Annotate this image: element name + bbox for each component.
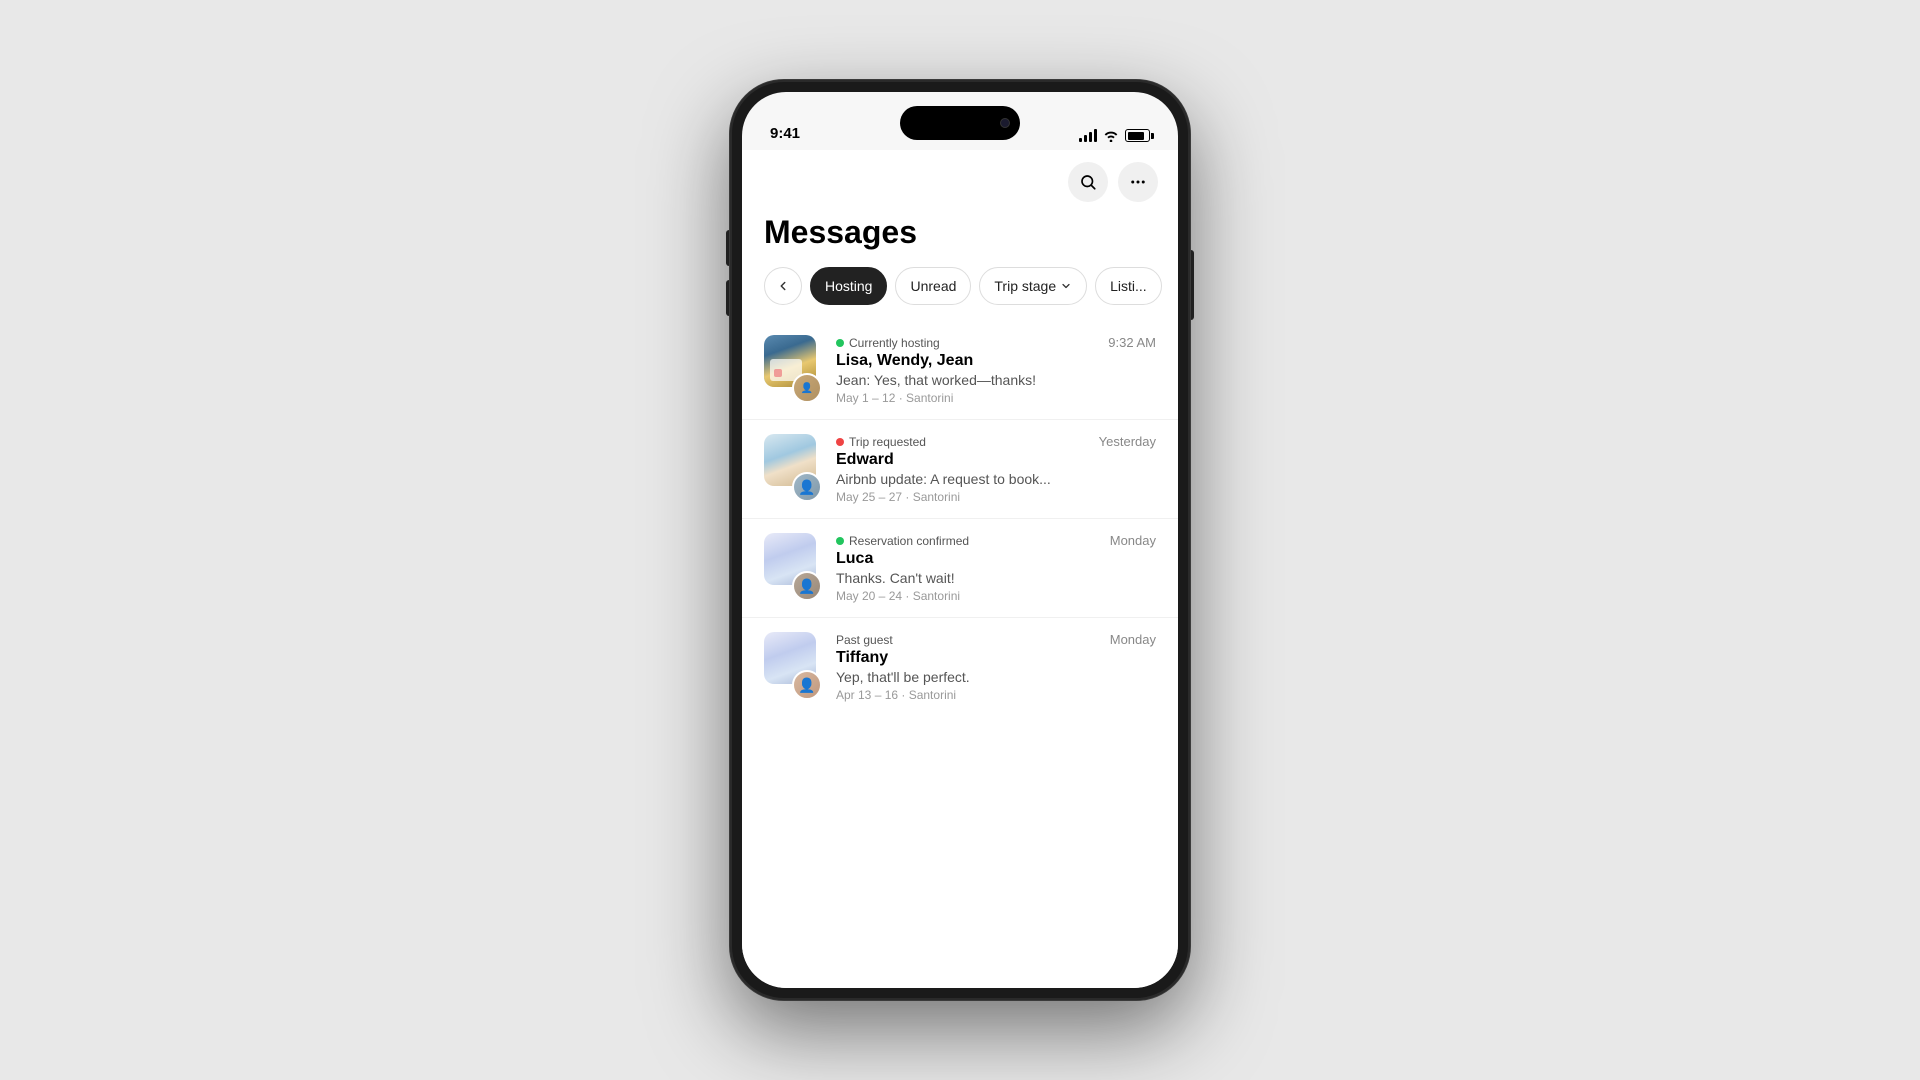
status-text: Currently hosting	[849, 336, 940, 350]
more-options-button[interactable]	[1118, 162, 1158, 202]
search-button[interactable]	[1068, 162, 1108, 202]
filter-listing-button[interactable]: Listi...	[1095, 267, 1162, 305]
phone-frame: 9:41	[730, 80, 1190, 1000]
more-icon	[1129, 173, 1147, 191]
signal-icon	[1079, 130, 1097, 142]
message-names: Tiffany	[836, 649, 1156, 667]
app-content: Messages Hosting Unread Tri	[742, 150, 1178, 988]
message-dates: May 1 – 12 · Santorini	[836, 391, 1156, 405]
message-preview: Yep, that'll be perfect.	[836, 669, 1156, 685]
avatar-stack: 👤	[764, 632, 822, 700]
message-status: Reservation confirmed	[836, 534, 969, 548]
filter-listing-label: Listi...	[1110, 278, 1147, 294]
message-body: Past guest Monday Tiffany Yep, that'll b…	[836, 632, 1156, 702]
message-status: Trip requested	[836, 435, 926, 449]
filter-hosting-button[interactable]: Hosting	[810, 267, 887, 305]
status-icons	[1079, 129, 1150, 142]
message-list: 👤 Currently hosting 9:32 AM	[742, 321, 1178, 716]
message-time: Monday	[1110, 632, 1156, 647]
battery-icon	[1125, 129, 1150, 142]
filter-back-button[interactable]	[764, 267, 802, 305]
status-dot	[836, 537, 844, 545]
avatar-stack: 👤	[764, 434, 822, 502]
filter-hosting-label: Hosting	[825, 278, 872, 294]
message-preview: Airbnb update: A request to book...	[836, 471, 1156, 487]
message-names: Edward	[836, 451, 1156, 469]
guest-avatar: 👤	[792, 373, 822, 403]
message-preview: Thanks. Can't wait!	[836, 570, 1156, 586]
chevron-down-icon	[1060, 280, 1072, 292]
status-text: Trip requested	[849, 435, 926, 449]
status-dot	[836, 438, 844, 446]
message-status: Currently hosting	[836, 336, 940, 350]
page-title: Messages	[742, 210, 1178, 267]
status-text: Reservation confirmed	[849, 534, 969, 548]
filter-trip-stage-label: Trip stage	[994, 278, 1056, 294]
filter-unread-button[interactable]: Unread	[895, 267, 971, 305]
back-icon	[776, 279, 790, 293]
message-body: Reservation confirmed Monday Luca Thanks…	[836, 533, 1156, 603]
dynamic-island	[900, 106, 1020, 140]
message-header: Reservation confirmed Monday	[836, 533, 1156, 548]
message-item[interactable]: 👤 Reservation confirmed Monday	[742, 518, 1178, 617]
message-preview: Jean: Yes, that worked—thanks!	[836, 372, 1156, 388]
message-dates: Apr 13 – 16 · Santorini	[836, 688, 1156, 702]
status-text: Past guest	[836, 633, 893, 647]
message-status: Past guest	[836, 633, 893, 647]
guest-avatar: 👤	[792, 670, 822, 700]
camera-indicator	[1000, 118, 1010, 128]
guest-avatar: 👤	[792, 571, 822, 601]
phone-screen: 9:41	[742, 92, 1178, 988]
message-names: Lisa, Wendy, Jean	[836, 352, 1156, 370]
filter-trip-stage-button[interactable]: Trip stage	[979, 267, 1087, 305]
message-names: Luca	[836, 550, 1156, 568]
message-body: Trip requested Yesterday Edward Airbnb u…	[836, 434, 1156, 504]
filter-unread-label: Unread	[910, 278, 956, 294]
message-item[interactable]: 👤 Past guest Monday Tiffany Yep,	[742, 617, 1178, 716]
message-dates: May 25 – 27 · Santorini	[836, 490, 1156, 504]
message-body: Currently hosting 9:32 AM Lisa, Wendy, J…	[836, 335, 1156, 405]
search-icon	[1079, 173, 1097, 191]
message-item[interactable]: 👤 Currently hosting 9:32 AM	[742, 321, 1178, 419]
message-dates: May 20 – 24 · Santorini	[836, 589, 1156, 603]
message-header: Trip requested Yesterday	[836, 434, 1156, 449]
status-dot	[836, 339, 844, 347]
filter-tabs: Hosting Unread Trip stage Listi...	[742, 267, 1178, 305]
power-button[interactable]	[1190, 250, 1194, 320]
message-time: Yesterday	[1099, 434, 1156, 449]
guest-avatar: 👤	[792, 472, 822, 502]
message-header: Currently hosting 9:32 AM	[836, 335, 1156, 350]
message-time: Monday	[1110, 533, 1156, 548]
wifi-icon	[1103, 130, 1119, 142]
message-header: Past guest Monday	[836, 632, 1156, 647]
phone-device: 9:41	[730, 80, 1190, 1000]
header-actions	[742, 150, 1178, 210]
avatar-stack: 👤	[764, 335, 822, 403]
message-time: 9:32 AM	[1108, 335, 1156, 350]
message-item[interactable]: 👤 Trip requested Yesterday	[742, 419, 1178, 518]
avatar-stack: 👤	[764, 533, 822, 601]
